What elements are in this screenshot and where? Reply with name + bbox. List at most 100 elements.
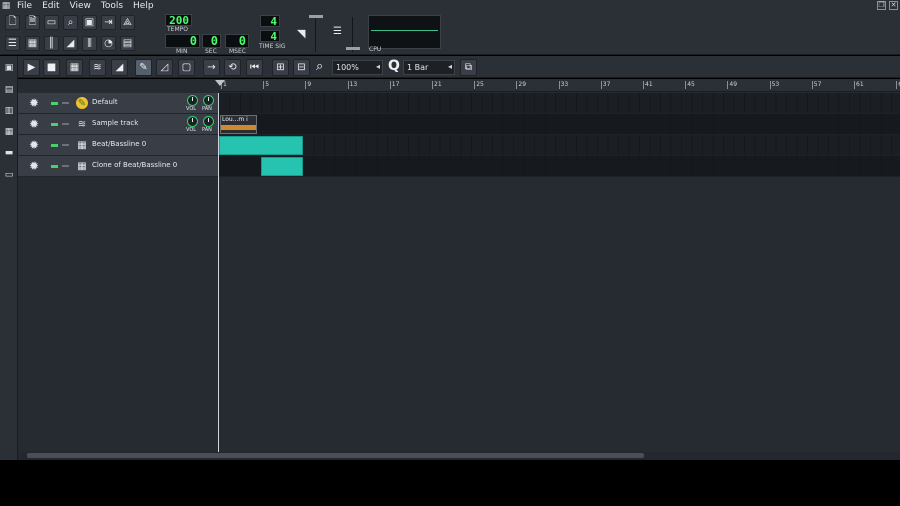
master-pitch-slider-handle[interactable] [346,47,360,50]
ruler-tick: 57 [811,81,822,89]
scrollbar-thumb[interactable] [27,453,644,458]
track-row: ✹ ▦ Beat/Bassline 0 [18,135,900,156]
time-sec-display[interactable]: 0 [202,34,221,48]
gear-icon[interactable]: ✹ [29,96,39,110]
play-icon[interactable]: ▶ [23,59,40,76]
volume-knob[interactable] [187,116,198,127]
mute-toggle[interactable] [51,102,58,105]
metronome-icon[interactable]: ⟁ [120,15,135,30]
mute-toggle[interactable] [51,144,58,147]
zoom-combobox[interactable]: 100% ◂ [332,60,383,75]
solo-toggle[interactable] [62,144,69,146]
pan-knob[interactable] [203,95,214,106]
timeline-ruler[interactable]: 159131721252933374145495357616 [219,79,900,92]
track-lane[interactable] [219,156,900,177]
mute-toggle[interactable] [51,165,58,168]
horizontal-scrollbar[interactable] [18,452,900,460]
track-lane[interactable]: Lou...m i [219,114,900,135]
song-editor-icon[interactable]: ☰ [5,36,20,51]
open-project-icon[interactable]: ▭ [44,15,59,30]
beat-bassline-clip[interactable] [219,136,303,155]
menu-file[interactable]: File [12,0,37,12]
solo-toggle[interactable] [62,102,69,104]
tempo-label: TEMPO [167,26,188,33]
master-volume-slider-track[interactable] [315,17,316,52]
export-icon[interactable]: ⇥ [101,15,116,30]
recent-projects-icon[interactable]: ⌕ [63,15,78,30]
new-from-template-icon[interactable]: 🗎 [25,15,40,30]
playhead-marker[interactable] [215,80,225,86]
track-header: ✹ ✎ Default VOL PAN [18,93,219,114]
volume-knob[interactable] [187,95,198,106]
draw-mode-icon[interactable]: ✎ [135,59,152,76]
time-min-display[interactable]: 0 [165,34,200,48]
timesig-numerator[interactable]: 4 [260,15,280,28]
menu-tools[interactable]: Tools [96,0,128,12]
instrument-plugins-icon[interactable]: ▣ [2,61,16,75]
menu-view[interactable]: View [65,0,96,12]
timesig-denominator[interactable]: 4 [260,30,280,43]
remove-bar-icon[interactable]: ⊟ [293,59,310,76]
mixer-icon[interactable]: ⫼ [82,36,97,51]
waveform-icon: ≋ [77,118,87,130]
tempo-display[interactable]: 200 [165,14,192,27]
menu-edit[interactable]: Edit [37,0,64,12]
proportional-snap-icon[interactable]: ⧉ [460,59,477,76]
master-volume-slider-handle[interactable] [309,15,323,18]
add-sample-track-icon[interactable]: ≋ [89,59,106,76]
home-folder-icon[interactable]: ▬ [2,146,16,160]
ruler-tick: 45 [685,81,695,89]
menu-help[interactable]: Help [128,0,159,12]
time-msec-display[interactable]: 0 [225,34,249,48]
my-samples-icon[interactable]: ▥ [2,104,16,118]
save-project-icon[interactable]: ▣ [82,15,97,30]
close-icon[interactable]: ✕ [889,1,898,10]
gear-icon[interactable]: ✹ [29,117,39,131]
cpu-label: CPU [369,46,382,53]
ruler-tick: 33 [558,81,569,89]
track-name[interactable]: Clone of Beat/Bassline 0 [92,161,177,169]
sample-clip[interactable]: Lou...m i [220,115,257,134]
add-automation-track-icon[interactable]: ◢ [111,59,128,76]
solo-toggle[interactable] [62,165,69,167]
stop-behaviour-icon[interactable]: ⏮ [246,59,263,76]
solo-toggle[interactable] [62,123,69,125]
stop-icon[interactable]: ■ [43,59,60,76]
knife-mode-icon[interactable]: ◿ [156,59,173,76]
app-menu-icon[interactable]: ▦ [0,0,12,12]
track-lane[interactable] [219,135,900,156]
beat-bassline-icon[interactable]: ▦ [25,36,40,51]
add-beat-bassline-icon[interactable]: ▦ [66,59,83,76]
track-name[interactable]: Sample track [92,119,138,127]
track-header: ✹ ▦ Beat/Bassline 0 [18,135,219,156]
pan-label: PAN [202,127,212,133]
grid-icon: ▦ [77,160,87,172]
mute-toggle[interactable] [51,123,58,126]
msec-label: MSEC [229,48,246,55]
beat-bassline-clip[interactable] [261,157,303,176]
automation-editor-icon[interactable]: ◢ [63,36,78,51]
project-notes-icon[interactable]: ▤ [120,36,135,51]
piano-roll-icon[interactable]: ║ [44,36,59,51]
gear-icon[interactable]: ✹ [29,138,39,152]
loop-points-icon[interactable]: ⟲ [224,59,241,76]
new-project-icon[interactable]: 🗋 [5,15,20,30]
my-projects-icon[interactable]: ▤ [2,83,16,97]
insert-bar-icon[interactable]: ⊞ [272,59,289,76]
track-name[interactable]: Beat/Bassline 0 [92,140,146,148]
quantize-combobox[interactable]: 1 Bar ◂ [403,60,455,75]
pan-label: PAN [202,106,212,112]
oscilloscope[interactable] [368,15,441,49]
controller-rack-icon[interactable]: ◔ [101,36,116,51]
vol-label: VOL [186,127,197,133]
track-name[interactable]: Default [92,98,118,106]
pan-knob[interactable] [203,116,214,127]
auto-scroll-icon[interactable]: → [203,59,220,76]
select-mode-icon[interactable]: ▢ [178,59,195,76]
quantize-value: 1 Bar [407,63,429,72]
gear-icon[interactable]: ✹ [29,159,39,173]
computer-icon[interactable]: ▭ [2,168,16,182]
track-lane[interactable] [219,93,900,114]
restore-icon[interactable]: ❐ [877,1,886,10]
my-presets-icon[interactable]: ▦ [2,125,16,139]
